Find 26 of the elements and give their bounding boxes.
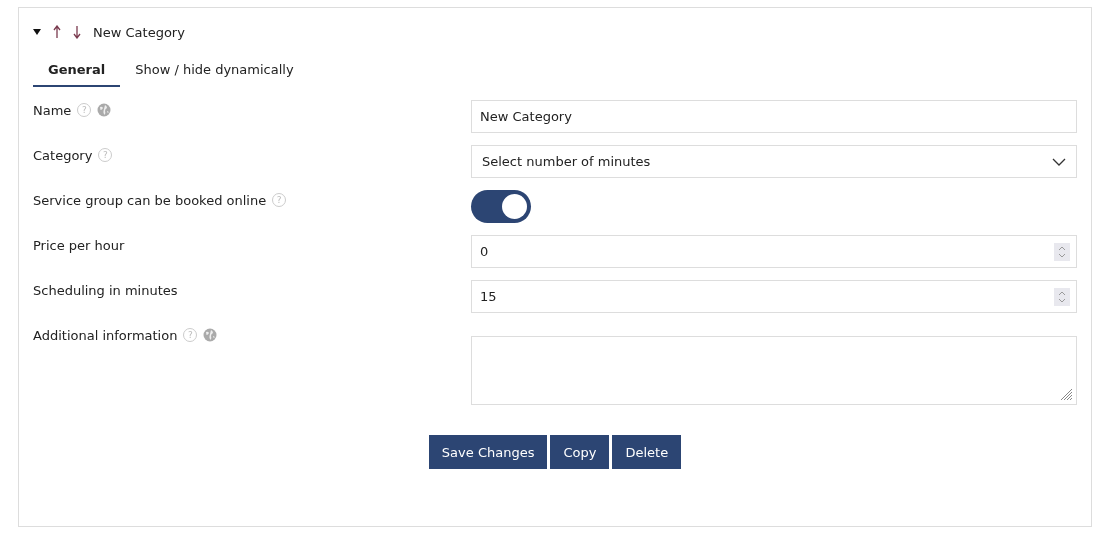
up-arrow-icon[interactable] [53,25,61,39]
field-label: Scheduling in minutes [33,282,178,298]
field-label: Service group can be booked online [33,192,267,208]
field-label: Price per hour [33,237,125,253]
globe-icon[interactable] [203,328,218,342]
field-label: Name [33,102,72,118]
name-input[interactable]: New Category [471,100,1077,133]
down-arrow-icon[interactable] [73,25,81,39]
number-input[interactable]: 0 [471,235,1077,268]
action-button[interactable]: Delete [612,435,682,469]
caret-icon[interactable] [33,28,41,36]
action-button[interactable]: Save Changes [428,435,548,469]
number-input[interactable]: 15 [471,280,1077,313]
spinner-icon[interactable] [1054,242,1070,261]
action-button[interactable]: Copy [550,435,610,469]
category-title: New Category [93,24,185,40]
spinner-icon[interactable] [1054,287,1070,306]
toggle-switch[interactable] [471,190,531,223]
category-select[interactable]: Select number of minutes [471,145,1077,178]
tab[interactable]: Show / hide dynamically [120,62,309,87]
field-label: Additional information [33,327,178,343]
tab[interactable]: General [33,62,121,87]
field-label: Category [33,147,93,163]
chevron-down-icon[interactable] [1052,157,1066,166]
resize-grip-icon[interactable] [1061,389,1073,401]
globe-icon[interactable] [97,103,112,117]
